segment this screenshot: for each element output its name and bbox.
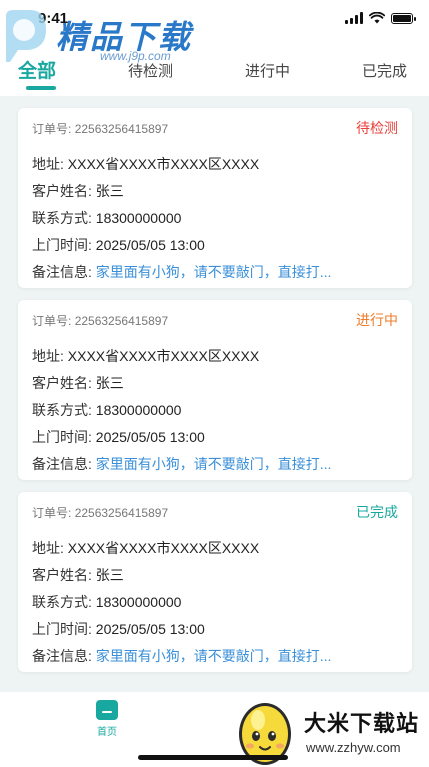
contact-label: 联系方式:	[32, 402, 92, 418]
tab-active-indicator	[26, 86, 56, 90]
address-value: XXXX省XXXX市XXXX区XXXX	[67, 540, 260, 556]
order-number-value: 22563256415897	[74, 506, 169, 520]
order-card[interactable]: 订单号: 22563256415897 待检测 地址: XXXX省XXXX市XX…	[18, 108, 412, 288]
visit-time-value: 2025/05/05 13:00	[95, 621, 205, 637]
tab-completed[interactable]: 已完成	[362, 60, 407, 81]
order-card[interactable]: 订单号: 22563256415897 已完成 地址: XXXX省XXXX市XX…	[18, 492, 412, 672]
customer-row: 客户姓名: 张三	[32, 565, 124, 585]
order-number-label: 订单号:	[32, 314, 72, 328]
customer-value: 张三	[95, 567, 124, 583]
address-row: 地址: XXXX省XXXX市XXXX区XXXX	[32, 538, 259, 558]
contact-value: 18300000000	[95, 594, 182, 610]
home-indicator	[138, 755, 288, 760]
address-label: 地址:	[32, 348, 64, 364]
note-label: 备注信息:	[32, 648, 92, 664]
battery-icon	[391, 12, 416, 24]
customer-label: 客户姓名:	[32, 567, 92, 583]
status-badge: 已完成	[356, 504, 398, 520]
address-row: 地址: XXXX省XXXX市XXXX区XXXX	[32, 154, 259, 174]
order-card[interactable]: 订单号: 22563256415897 进行中 地址: XXXX省XXXX市XX…	[18, 300, 412, 480]
contact-value: 18300000000	[95, 210, 182, 226]
note-value: 家里面有小狗，请不要敲门，直接打...	[95, 648, 332, 664]
address-label: 地址:	[32, 156, 64, 172]
visit-time-value: 2025/05/05 13:00	[95, 237, 205, 253]
order-number-row: 订单号: 22563256415897	[32, 120, 168, 137]
visit-time-label: 上门时间:	[32, 429, 92, 445]
contact-row: 联系方式: 18300000000	[32, 208, 181, 228]
customer-row: 客户姓名: 张三	[32, 373, 124, 393]
address-row: 地址: XXXX省XXXX市XXXX区XXXX	[32, 346, 259, 366]
address-value: XXXX省XXXX市XXXX区XXXX	[67, 156, 260, 172]
visit-time-row: 上门时间: 2025/05/05 13:00	[32, 619, 205, 639]
note-row: 备注信息: 家里面有小狗，请不要敲门，直接打...	[32, 262, 331, 282]
contact-value: 18300000000	[95, 402, 182, 418]
address-value: XXXX省XXXX市XXXX区XXXX	[67, 348, 260, 364]
home-icon	[96, 700, 118, 720]
customer-row: 客户姓名: 张三	[32, 181, 124, 201]
wifi-icon	[369, 12, 385, 24]
order-number-label: 订单号:	[32, 122, 72, 136]
note-row: 备注信息: 家里面有小狗，请不要敲门，直接打...	[32, 646, 331, 666]
signal-icon	[345, 12, 363, 24]
status-tabs: 全部 待检测 进行中 已完成	[0, 56, 429, 96]
order-number-row: 订单号: 22563256415897	[32, 504, 168, 521]
tab-in-progress[interactable]: 进行中	[245, 60, 290, 81]
tab-all[interactable]: 全部	[18, 56, 56, 83]
visit-time-row: 上门时间: 2025/05/05 13:00	[32, 427, 205, 447]
status-badge: 待检测	[356, 120, 398, 136]
visit-time-label: 上门时间:	[32, 237, 92, 253]
customer-value: 张三	[95, 375, 124, 391]
visit-time-label: 上门时间:	[32, 621, 92, 637]
nav-home[interactable]: 首页	[92, 700, 122, 738]
contact-label: 联系方式:	[32, 210, 92, 226]
order-number-row: 订单号: 22563256415897	[32, 312, 168, 329]
contact-label: 联系方式:	[32, 594, 92, 610]
order-number-label: 订单号:	[32, 506, 72, 520]
note-value: 家里面有小狗，请不要敲门，直接打...	[95, 456, 332, 472]
nav-home-label: 首页	[97, 727, 117, 738]
order-number-value: 22563256415897	[74, 122, 169, 136]
note-value: 家里面有小狗，请不要敲门，直接打...	[95, 264, 332, 280]
visit-time-value: 2025/05/05 13:00	[95, 429, 205, 445]
tab-pending-inspection[interactable]: 待检测	[128, 60, 173, 81]
address-label: 地址:	[32, 540, 64, 556]
note-row: 备注信息: 家里面有小狗，请不要敲门，直接打...	[32, 454, 331, 474]
status-icons	[345, 12, 416, 24]
note-label: 备注信息:	[32, 264, 92, 280]
customer-value: 张三	[95, 183, 124, 199]
watermark-bottom-url: www.zzhyw.com	[306, 740, 401, 755]
watermark-bottom-title: 大米下载站	[304, 711, 420, 736]
contact-row: 联系方式: 18300000000	[32, 400, 181, 420]
note-label: 备注信息:	[32, 456, 92, 472]
order-number-value: 22563256415897	[74, 314, 169, 328]
visit-time-row: 上门时间: 2025/05/05 13:00	[32, 235, 205, 255]
customer-label: 客户姓名:	[32, 183, 92, 199]
contact-row: 联系方式: 18300000000	[32, 592, 181, 612]
customer-label: 客户姓名:	[32, 375, 92, 391]
app-header: 9:41 精品下载 www.j9p.com 全部 待检测 进行中 已完成	[0, 0, 429, 96]
status-badge: 进行中	[356, 312, 398, 328]
